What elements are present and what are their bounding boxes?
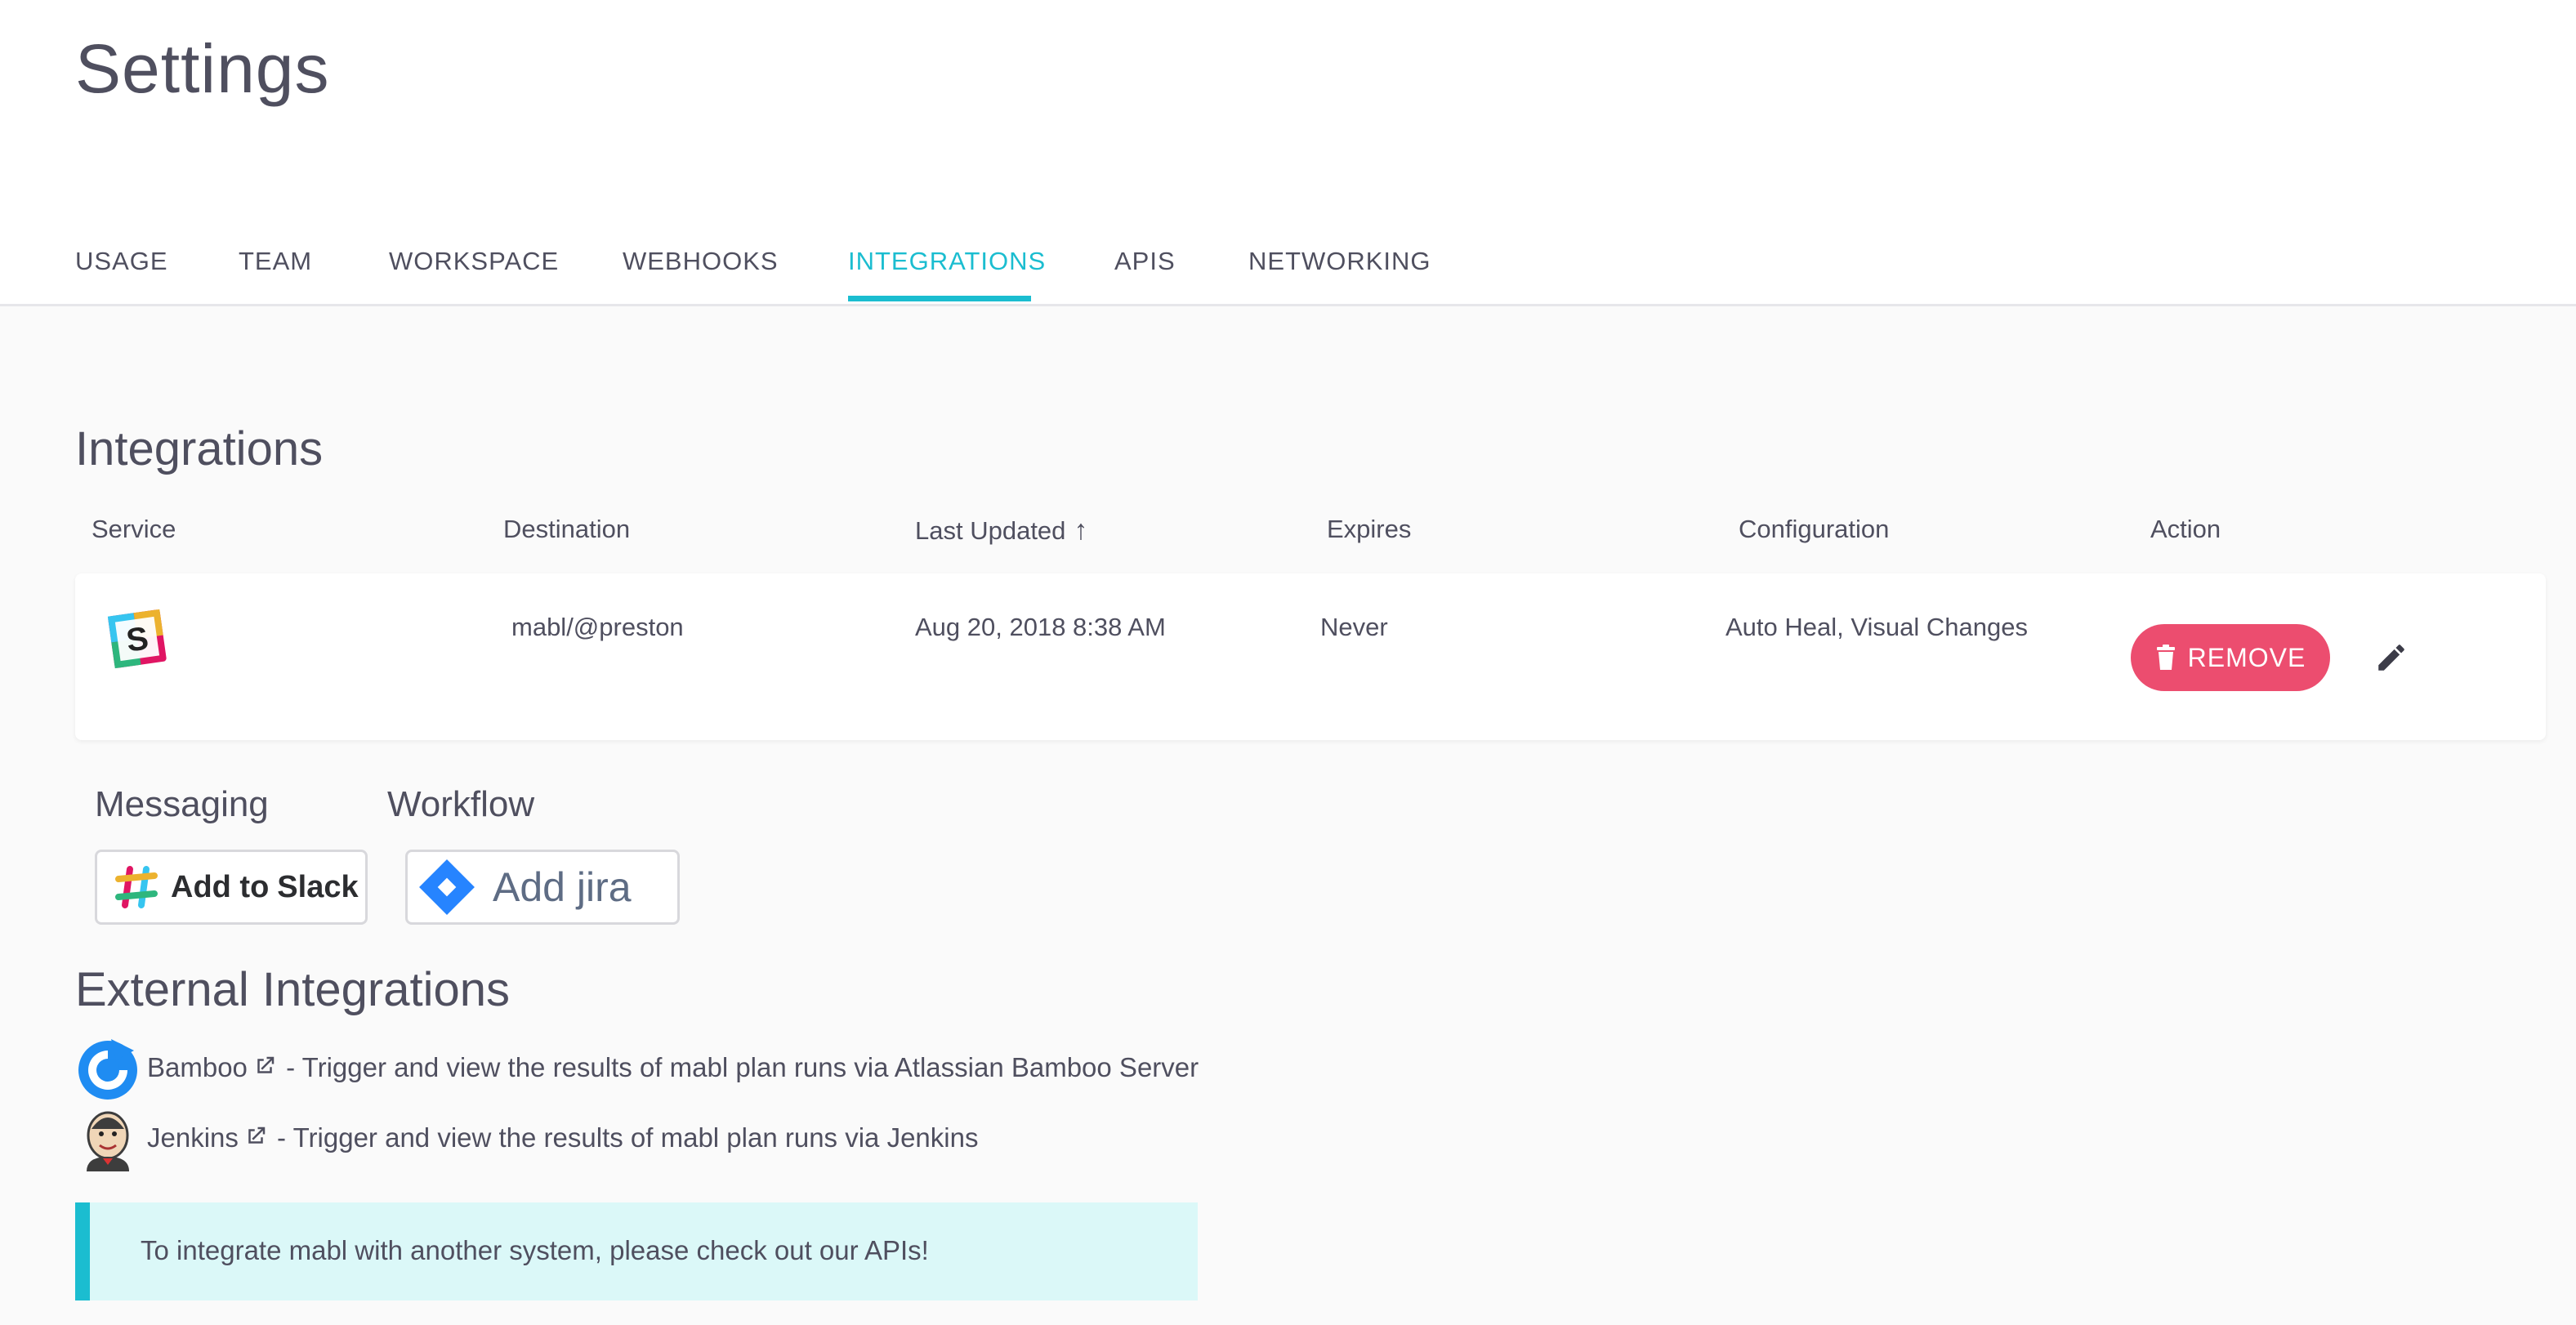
last-updated-cell: Aug 20, 2018 8:38 AM — [915, 613, 1166, 641]
edit-pencil-icon[interactable] — [2374, 640, 2409, 675]
jenkins-icon — [87, 1111, 129, 1171]
jenkins-description-text: - Trigger and view the results of mabl p… — [269, 1122, 979, 1153]
configuration-cell: Auto Heal, Visual Changes — [1726, 613, 2028, 641]
external-integrations-title: External Integrations — [75, 963, 510, 1016]
trash-icon — [2156, 645, 2175, 670]
messaging-label: Messaging — [95, 784, 269, 824]
sort-ascending-icon: ↑ — [1074, 515, 1088, 546]
tab-networking[interactable]: NETWORKING — [1248, 247, 1431, 276]
slack-icon: S — [107, 609, 167, 669]
tab-integrations[interactable]: INTEGRATIONS — [848, 247, 1046, 276]
table-row: S mabl/@preston Aug 20, 2018 8:38 AM Nev… — [75, 573, 2546, 740]
bamboo-description: Bamboo - Trigger and view the results of… — [147, 1052, 1199, 1083]
remove-button-label: REMOVE — [2187, 642, 2306, 672]
column-header-service: Service — [92, 515, 176, 543]
add-jira-label: Add jira — [493, 864, 632, 910]
add-to-slack-label-prefix: Add to — [171, 869, 270, 904]
active-tab-indicator — [848, 296, 1031, 301]
add-jira-button[interactable]: Add jira — [405, 850, 680, 925]
column-header-destination: Destination — [503, 515, 631, 543]
column-header-expires: Expires — [1327, 515, 1412, 543]
destination-cell: mabl/@preston — [511, 613, 684, 641]
apis-callout: To integrate mabl with another system, p… — [75, 1202, 1198, 1300]
tab-usage[interactable]: USAGE — [75, 247, 168, 276]
add-to-slack-button[interactable]: Add to Slack — [95, 850, 368, 925]
jenkins-link-label: Jenkins — [147, 1122, 239, 1153]
jira-icon — [419, 859, 475, 915]
column-header-last-updated[interactable]: Last Updated ↑ — [915, 515, 1087, 547]
list-item: Jenkins - Trigger and view the results o… — [75, 1106, 1301, 1171]
tab-webhooks[interactable]: WEBHOOKS — [623, 247, 779, 276]
workflow-label: Workflow — [387, 784, 535, 824]
jenkins-description: Jenkins - Trigger and view the results o… — [147, 1122, 978, 1153]
bamboo-description-text: - Trigger and view the results of mabl p… — [278, 1052, 1199, 1082]
bamboo-link-label: Bamboo — [147, 1052, 248, 1082]
external-link-icon — [257, 1056, 275, 1073]
column-header-action: Action — [2150, 515, 2221, 543]
tab-team[interactable]: TEAM — [239, 247, 312, 276]
integrations-title: Integrations — [75, 422, 324, 475]
column-header-configuration: Configuration — [1739, 515, 1890, 543]
remove-button[interactable]: REMOVE — [2131, 624, 2330, 691]
bamboo-icon — [78, 1039, 137, 1100]
list-item: Bamboo - Trigger and view the results of… — [75, 1036, 1301, 1101]
expires-cell: Never — [1320, 613, 1388, 641]
tab-apis[interactable]: APIS — [1114, 247, 1176, 276]
external-link-icon — [248, 1126, 266, 1144]
jenkins-link[interactable]: Jenkins — [147, 1122, 270, 1153]
tab-workspace[interactable]: WORKSPACE — [389, 247, 559, 276]
page-title: Settings — [75, 30, 330, 107]
settings-tabs: USAGE TEAM WORKSPACE WEBHOOKS INTEGRATIO… — [0, 229, 2576, 304]
bamboo-link[interactable]: Bamboo — [147, 1052, 279, 1082]
column-header-last-updated-label: Last Updated — [915, 516, 1066, 545]
slack-hash-icon — [115, 866, 158, 908]
callout-text: To integrate mabl with another system, p… — [141, 1235, 929, 1265]
add-to-slack-label-brand: Slack — [277, 869, 359, 904]
page-header: Settings USAGE TEAM WORKSPACE WEBHOOKS I… — [0, 0, 2576, 306]
